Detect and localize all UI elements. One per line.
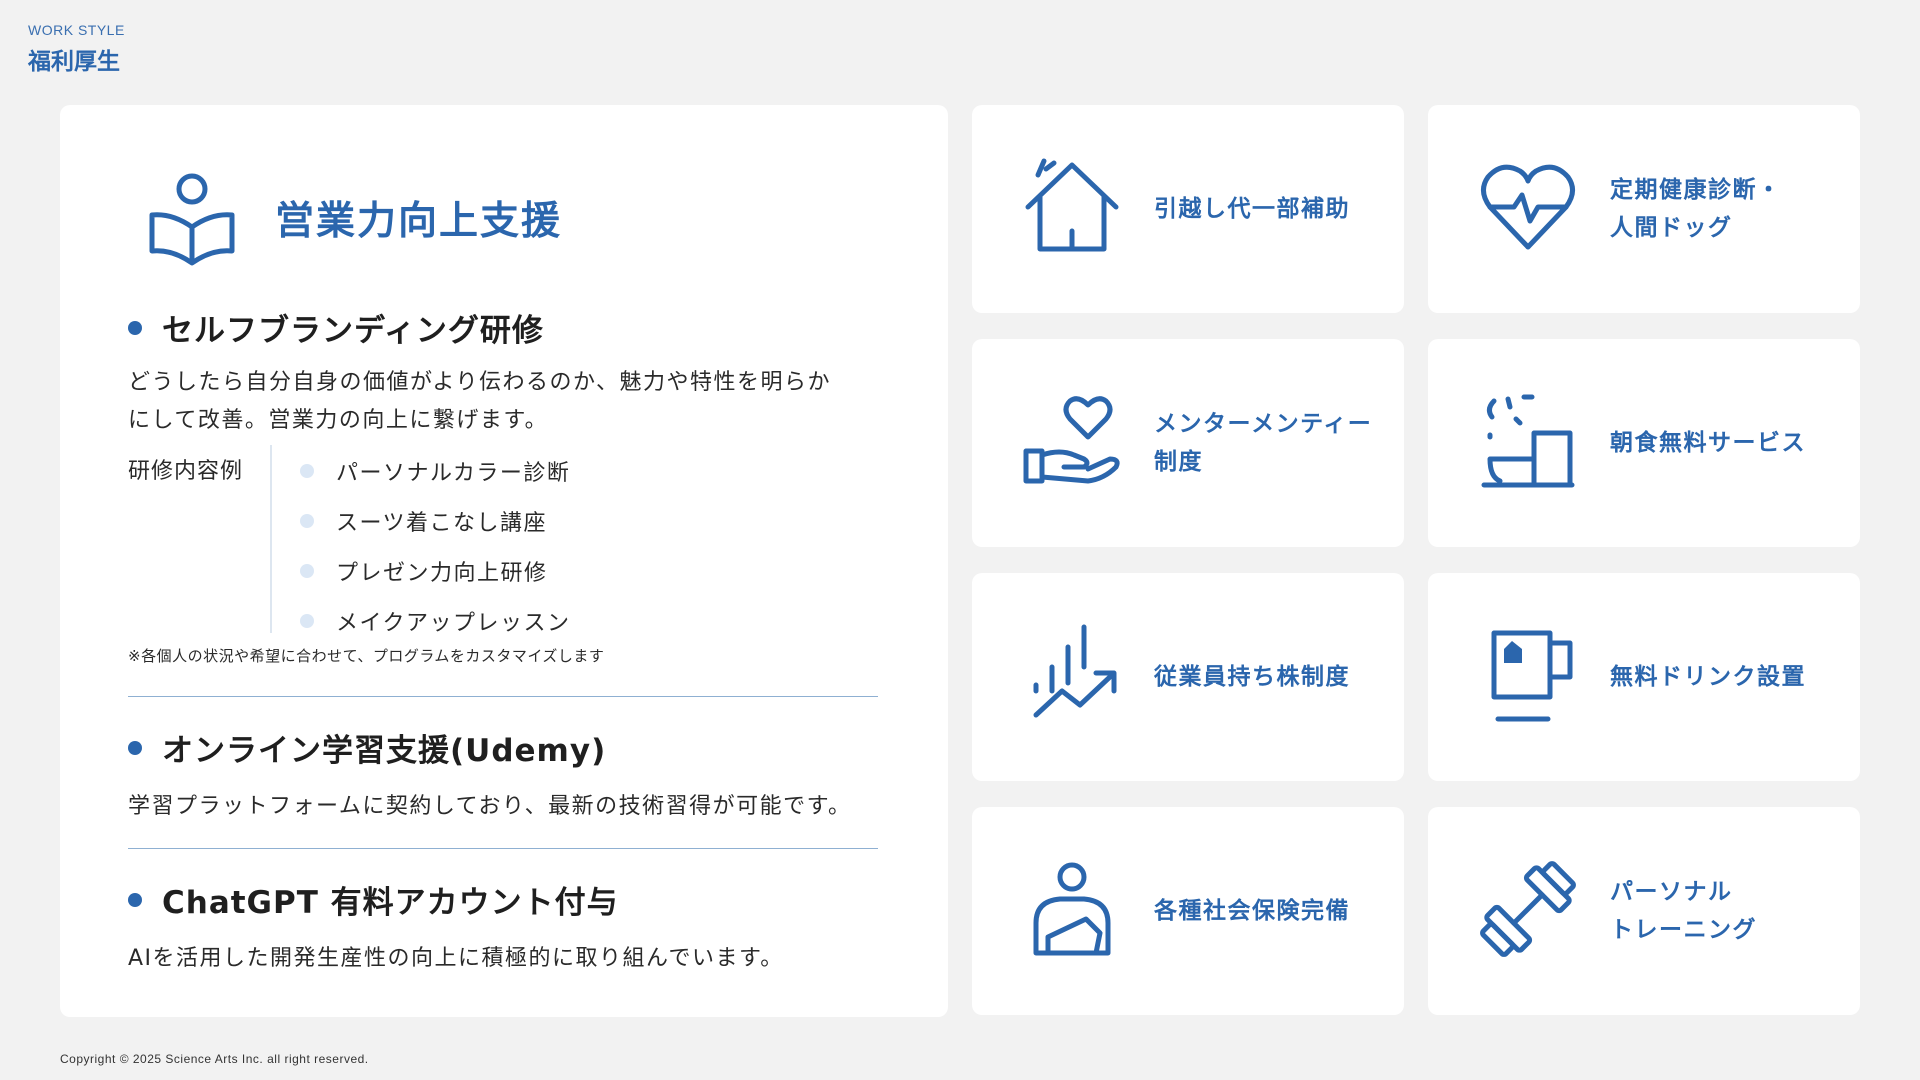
benefit-tile-stock: 従業員持ち株制度 xyxy=(972,573,1404,781)
copyright: Copyright © 2025 Science Arts Inc. all r… xyxy=(60,1052,369,1066)
benefit-tile-mentor: メンターメンティー 制度 xyxy=(972,339,1404,547)
main-card: 営業力向上支援 セルフブランディング研修 どうしたら自分自身の価値がより伝わるの… xyxy=(60,105,948,1017)
tile-label: パーソナル xyxy=(1610,879,1733,905)
customize-note: ※各個人の状況や希望に合わせて、プログラムをカスタマイズします xyxy=(128,647,605,665)
tile-label: 無料ドリンク設置 xyxy=(1610,664,1806,690)
main-card-title: 営業力向上支援 xyxy=(275,199,563,244)
benefit-tile-breakfast: 朝食無料サービス xyxy=(1428,339,1860,547)
list-item: メイクアップレッスン xyxy=(300,605,571,637)
section-online-learning: オンライン学習支援(Udemy) 学習プラットフォームに契約しており、最新の技術… xyxy=(128,725,878,826)
section-divider xyxy=(128,848,878,849)
house-icon xyxy=(1025,158,1119,252)
section-divider xyxy=(128,696,878,697)
tile-label: トレーニング xyxy=(1610,917,1757,943)
benefit-tile-training: パーソナル トレーニング xyxy=(1428,807,1860,1015)
list-dot xyxy=(300,614,314,628)
list-dot xyxy=(300,514,314,528)
bullet-dot xyxy=(128,740,142,755)
benefit-tile-insurance: 各種社会保険完備 xyxy=(972,807,1404,1015)
list-item-label: パーソナルカラー診断 xyxy=(336,461,571,486)
section-heading: セルフブランディング研修 xyxy=(162,313,544,349)
section-chatgpt: ChatGPT 有料アカウント付与 AIを活用した開発生産性の向上に積極的に取り… xyxy=(128,877,878,978)
heart-hand-icon xyxy=(1023,396,1120,484)
header-subtitle: WORK STYLE xyxy=(28,22,125,38)
section-text-line: AIを活用した開発生産性の向上に積極的に取り組んでいます。 xyxy=(128,946,784,971)
tile-label: 各種社会保険完備 xyxy=(1154,898,1350,924)
heart-pulse-icon xyxy=(1481,164,1575,250)
benefit-tile-health-check: 定期健康診断・ 人間ドッグ xyxy=(1428,105,1860,313)
examples-divider xyxy=(270,445,272,633)
list-dot xyxy=(300,564,314,578)
section-text-line: 学習プラットフォームに契約しており、最新の技術習得が可能です。 xyxy=(128,794,852,819)
list-item-label: スーツ着こなし講座 xyxy=(336,511,548,536)
dumbbell-icon xyxy=(1480,861,1576,957)
section-heading: ChatGPT 有料アカウント付与 xyxy=(162,885,619,921)
list-item: プレゼン力向上研修 xyxy=(300,555,548,587)
tile-label: 引越し代一部補助 xyxy=(1154,196,1350,222)
section-heading: オンライン学習支援(Udemy) xyxy=(162,733,607,769)
list-item-label: メイクアップレッスン xyxy=(336,611,571,636)
examples-block: 研修内容例 パーソナルカラー診断 スーツ着こなし講座 プレゼン力向上研修 メイク… xyxy=(128,445,878,637)
tile-label: 定期健康診断・ xyxy=(1610,177,1782,203)
benefit-tile-moving: 引越し代一部補助 xyxy=(972,105,1404,313)
page-title: 福利厚生 xyxy=(28,49,120,75)
examples-label: 研修内容例 xyxy=(128,459,244,484)
mug-icon xyxy=(1491,630,1573,722)
reading-person-icon xyxy=(149,173,235,266)
breakfast-icon xyxy=(1481,394,1575,488)
section-text-line: どうしたら自分自身の価値がより伝わるのか、魅力や特性を明らか xyxy=(128,370,832,395)
tile-label: 人間ドッグ xyxy=(1610,215,1733,241)
list-dot xyxy=(300,464,314,478)
tile-label: 従業員持ち株制度 xyxy=(1154,664,1350,690)
tile-label: メンターメンティー xyxy=(1154,411,1373,437)
growth-chart-icon xyxy=(1033,624,1117,718)
list-item: パーソナルカラー診断 xyxy=(300,455,570,487)
injured-person-icon xyxy=(1033,862,1111,956)
benefit-tile-drink: 無料ドリンク設置 xyxy=(1428,573,1860,781)
section-self-branding: セルフブランディング研修 どうしたら自分自身の価値がより伝わるのか、魅力や特性を… xyxy=(128,305,878,440)
list-item-label: プレゼン力向上研修 xyxy=(336,561,548,586)
list-item: スーツ着こなし講座 xyxy=(300,505,547,537)
section-text-line: にして改善。営業力の向上に繋げます。 xyxy=(128,408,549,433)
bullet-dot xyxy=(128,320,142,335)
tile-label: 朝食無料サービス xyxy=(1610,430,1806,456)
bullet-dot xyxy=(128,892,142,907)
tile-label: 制度 xyxy=(1154,449,1203,475)
